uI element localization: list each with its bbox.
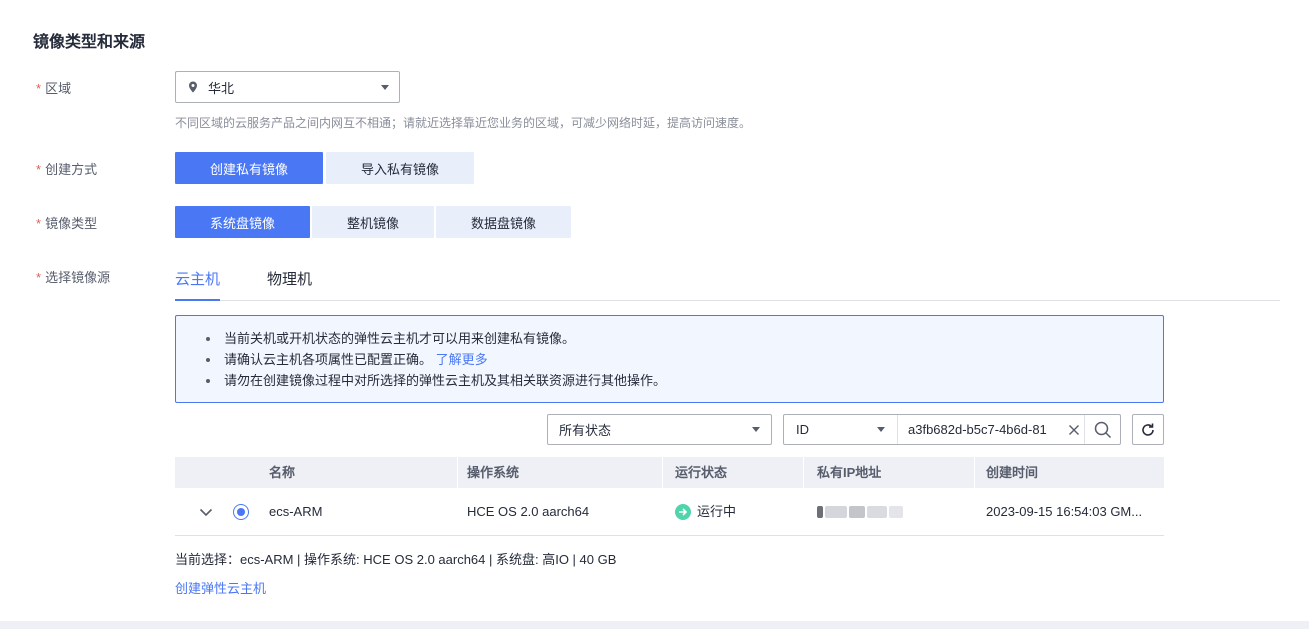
clear-icon[interactable] (1064, 420, 1084, 440)
search-icon[interactable] (1084, 415, 1120, 444)
search-field-value: ID (796, 422, 809, 437)
tab-physical-machine[interactable]: 物理机 (267, 268, 312, 299)
header-status: 运行状态 (675, 465, 728, 480)
notice-text: 当前关机或开机状态的弹性云主机才可以用来创建私有镜像。 (224, 331, 576, 346)
required-icon: * (36, 81, 42, 96)
refresh-button[interactable] (1132, 414, 1164, 445)
host-created-time: 2023-09-15 16:54:03 GM... (986, 504, 1143, 519)
host-os: HCE OS 2.0 aarch64 (467, 504, 590, 519)
column-divider (457, 457, 458, 488)
required-icon: * (36, 270, 42, 285)
notice-text: 请勿在创建镜像过程中对所选择的弹性云主机及其相关联资源进行其他操作。 (224, 373, 667, 388)
cloud-host-table: 名称 操作系统 运行状态 私有IP地址 创建时间 ecs-ARM HCE OS … (175, 457, 1164, 536)
notice-box: 当前关机或开机状态的弹性云主机才可以用来创建私有镜像。 请确认云主机各项属性已配… (175, 315, 1164, 403)
table-row[interactable]: ecs-ARM HCE OS 2.0 aarch64 运行中 2023-09-1… (175, 488, 1164, 536)
row-radio[interactable] (233, 504, 249, 520)
running-status-icon (675, 503, 691, 520)
region-label: * 区域 (36, 78, 71, 97)
host-status: 运行中 (675, 488, 736, 536)
region-select[interactable]: 华北 (175, 71, 400, 103)
header-private-ip: 私有IP地址 (817, 465, 882, 480)
column-divider (803, 457, 804, 488)
required-icon: * (36, 216, 42, 231)
create-method-label: * 创建方式 (36, 159, 97, 178)
chevron-down-icon (877, 427, 885, 432)
notice-item: 请确认云主机各项属性已配置正确。 了解更多 (204, 349, 1163, 370)
image-source-label-text: 选择镜像源 (45, 270, 111, 285)
host-status-text: 运行中 (697, 504, 737, 519)
data-disk-image-button[interactable]: 数据盘镜像 (436, 206, 571, 238)
refresh-icon (1142, 423, 1154, 436)
create-private-image-button[interactable]: 创建私有镜像 (175, 152, 323, 184)
notice-text: 请确认云主机各项属性已配置正确。 (224, 352, 433, 367)
section-title: 镜像类型和来源 (33, 34, 146, 51)
chevron-down-icon (752, 427, 760, 432)
status-filter-select[interactable]: 所有状态 (547, 414, 772, 445)
image-type-label-text: 镜像类型 (45, 216, 98, 231)
import-private-image-button[interactable]: 导入私有镜像 (326, 152, 474, 184)
location-pin-icon (189, 81, 197, 93)
search-group: ID (783, 414, 1121, 445)
tab-cloud-host[interactable]: 云主机 (175, 268, 221, 301)
full-machine-image-button[interactable]: 整机镜像 (312, 206, 434, 238)
current-selection-summary: 当前选择：ecs-ARM | 操作系统: HCE OS 2.0 aarch64 … (175, 552, 617, 567)
chevron-down-icon (381, 84, 389, 90)
image-type-label: * 镜像类型 (36, 213, 97, 232)
region-label-text: 区域 (45, 81, 72, 96)
chevron-down-icon[interactable] (199, 505, 213, 519)
image-source-tabs: 云主机 物理机 (175, 262, 1280, 301)
image-source-label: * 选择镜像源 (36, 267, 110, 286)
notice-item: 当前关机或开机状态的弹性云主机才可以用来创建私有镜像。 (204, 328, 1163, 349)
create-method-label-text: 创建方式 (45, 162, 98, 177)
search-field-select[interactable]: ID (784, 415, 898, 444)
system-disk-image-button[interactable]: 系统盘镜像 (175, 206, 310, 238)
column-divider (662, 457, 663, 488)
private-ip-redacted (817, 506, 907, 518)
header-name: 名称 (269, 465, 296, 480)
notice-item: 请勿在创建镜像过程中对所选择的弹性云主机及其相关联资源进行其他操作。 (204, 370, 1163, 391)
create-cloud-host-link[interactable]: 创建弹性云主机 (175, 578, 266, 597)
column-divider (974, 457, 975, 488)
learn-more-link[interactable]: 了解更多 (436, 352, 488, 367)
header-created-time: 创建时间 (986, 465, 1039, 480)
header-os: 操作系统 (467, 465, 520, 480)
table-header: 名称 操作系统 运行状态 私有IP地址 创建时间 (175, 457, 1164, 488)
host-name-link[interactable]: ecs-ARM (269, 488, 322, 536)
region-value: 华北 (208, 80, 235, 96)
region-hint: 不同区域的云服务产品之间内网互不相通；请就近选择靠近您业务的区域，可减少网络时延… (175, 116, 752, 130)
footer-bar (0, 621, 1309, 629)
status-filter-value: 所有状态 (559, 423, 612, 438)
required-icon: * (36, 162, 42, 177)
search-input[interactable] (898, 415, 1064, 444)
